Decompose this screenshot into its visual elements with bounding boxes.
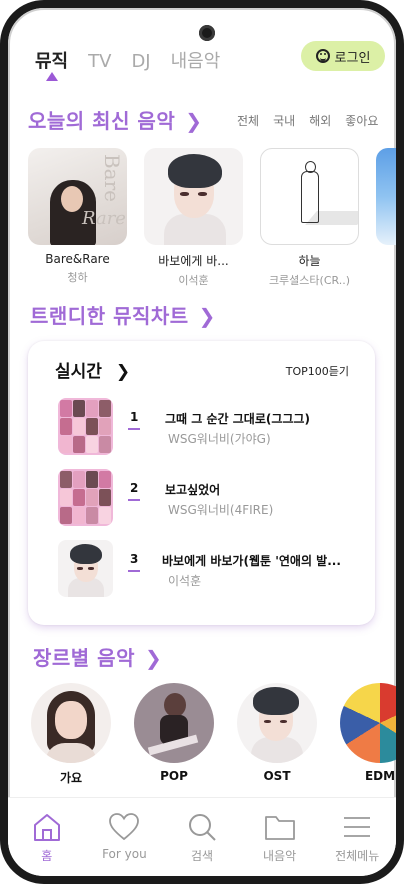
album-cover (144, 148, 243, 245)
song-title: 그때 그 순간 그대로(그그그) (165, 412, 310, 426)
smile-icon (315, 49, 330, 63)
login-label: 로그인 (334, 50, 371, 66)
trending-chart-heading[interactable]: 트랜디한 뮤직차트 ❯ (30, 300, 216, 329)
home-icon (33, 814, 60, 841)
filter-domestic[interactable]: 국내 (273, 112, 295, 129)
genre-item[interactable]: EDM (340, 683, 396, 786)
song-thumbnail (58, 469, 113, 526)
genre-music-title: 장르별 음악 (33, 646, 135, 670)
realtime-title: 실시간 (55, 362, 102, 382)
album-artist: 이석훈 (178, 274, 209, 287)
genre-label: 가요 (59, 771, 83, 785)
song-thumbnail (58, 398, 113, 455)
album-artist: 버스 (376, 272, 396, 288)
chart-row[interactable]: 2 보고싶었어 WSG워너비(4FIRE) (58, 469, 358, 529)
song-artist: 이석훈 (168, 574, 202, 588)
album-artist: 크루셜스타(CR..) (268, 274, 351, 287)
top100-link[interactable]: TOP100듣기 (286, 363, 349, 379)
chart-row[interactable]: 3 바보에게 바보가(웹툰 '연애의 발... 이석훈 (58, 540, 358, 600)
chart-row[interactable]: 1 그때 그 순간 그대로(그그그) WSG워너비(가야G) (58, 398, 358, 458)
album-cover: Bare Rare (28, 148, 127, 245)
genre-music-heading[interactable]: 장르별 음악 ❯ (33, 642, 162, 671)
album-title: 여름 (376, 252, 396, 269)
tab-music[interactable]: 뮤직 (35, 47, 68, 73)
album-card[interactable]: Bare Rare Bare&Rare 청하 (28, 148, 127, 288)
realtime-heading[interactable]: 실시간 ❯ (55, 357, 130, 382)
genre-image (31, 683, 111, 763)
song-thumbnail (58, 540, 113, 597)
nav-my-music[interactable]: 내음악 (241, 798, 319, 876)
nav-label: 전체메뉴 (335, 849, 380, 863)
rank-underline (128, 570, 140, 572)
trending-chart-title: 트랜디한 뮤직차트 (30, 304, 189, 328)
genre-label: EDM (364, 769, 396, 783)
album-cover (260, 148, 359, 245)
latest-music-title: 오늘의 최신 음악 (28, 109, 176, 133)
folder-icon (264, 816, 295, 840)
filter-overseas[interactable]: 해외 (309, 112, 331, 129)
tab-tv[interactable]: TV (88, 51, 111, 72)
genre-item[interactable]: 가요 (31, 683, 111, 786)
album-card[interactable]: 하늘 크루셜스타(CR..) (260, 148, 359, 288)
genre-list: 가요 POP OST EDM (31, 683, 396, 786)
active-tab-indicator (46, 72, 58, 81)
genre-image (134, 683, 214, 763)
album-artist: 청하 (67, 271, 88, 284)
phone-frame: 뮤직 TV DJ 내음악 로그인 오늘의 최신 음악 ❯ 전체 국내 해외 좋아요… (0, 0, 404, 884)
rank-number: 1 (130, 410, 139, 424)
nav-for-you[interactable]: For you (86, 798, 164, 876)
album-card[interactable]: 여름 버스 (376, 148, 396, 288)
filter-likes[interactable]: 좋아요 (345, 112, 378, 129)
nav-label: 홈 (41, 849, 53, 863)
chevron-right-icon: ❯ (144, 646, 163, 670)
song-title: 바보에게 바보가(웹툰 '연애의 발... (162, 554, 341, 568)
menu-icon (344, 817, 371, 837)
nav-home[interactable]: 홈 (8, 798, 86, 876)
nav-label: For you (102, 847, 147, 861)
nav-label: 검색 (190, 849, 214, 863)
genre-item[interactable]: POP (134, 683, 214, 786)
nav-search[interactable]: 검색 (163, 798, 241, 876)
song-title: 보고싶었어 (165, 483, 221, 497)
rank-number: 2 (130, 481, 139, 495)
album-title: Bare&Rare (45, 252, 110, 266)
latest-album-list: Bare Rare Bare&Rare 청하 바보에게 바... 이석훈 하늘 … (28, 148, 396, 288)
song-artist: WSG워너비(가야G) (168, 432, 271, 446)
album-cover (376, 148, 396, 245)
rank-underline (128, 499, 140, 501)
genre-image (237, 683, 317, 763)
rank-underline (128, 428, 140, 430)
chevron-right-icon: ❯ (198, 304, 216, 328)
genre-image (340, 683, 396, 763)
song-artist: WSG워너비(4FIRE) (168, 503, 274, 517)
album-title: 바보에게 바... (158, 254, 229, 268)
chevron-right-icon: ❯ (185, 109, 203, 133)
latest-music-heading[interactable]: 오늘의 최신 음악 ❯ (28, 105, 203, 134)
album-card[interactable]: 바보에게 바... 이석훈 (144, 148, 243, 288)
latest-filters: 전체 국내 해외 좋아요 (237, 112, 378, 129)
filter-all[interactable]: 전체 (237, 112, 259, 129)
realtime-chart-card: 실시간 ❯ TOP100듣기 1 그때 그 순간 그대로(그그그) WSG워너비… (28, 341, 375, 625)
genre-item[interactable]: OST (237, 683, 317, 786)
album-title: 하늘 (298, 254, 321, 268)
login-button[interactable]: 로그인 (301, 41, 385, 71)
front-camera (199, 25, 215, 41)
top-tabs: 뮤직 TV DJ 내음악 (35, 47, 220, 73)
genre-label: POP (160, 769, 188, 783)
heart-icon (109, 813, 140, 841)
nav-label: 내음악 (263, 849, 297, 863)
search-icon (188, 814, 216, 841)
chevron-right-icon: ❯ (115, 362, 131, 382)
tab-my-music[interactable]: 내음악 (171, 47, 221, 73)
bottom-navigation: 홈 For you 검색 내음악 전체메뉴 (8, 797, 396, 876)
rank-number: 3 (130, 552, 139, 566)
nav-all-menu[interactable]: 전체메뉴 (318, 798, 396, 876)
genre-label: OST (263, 769, 291, 783)
tab-dj[interactable]: DJ (131, 51, 150, 72)
